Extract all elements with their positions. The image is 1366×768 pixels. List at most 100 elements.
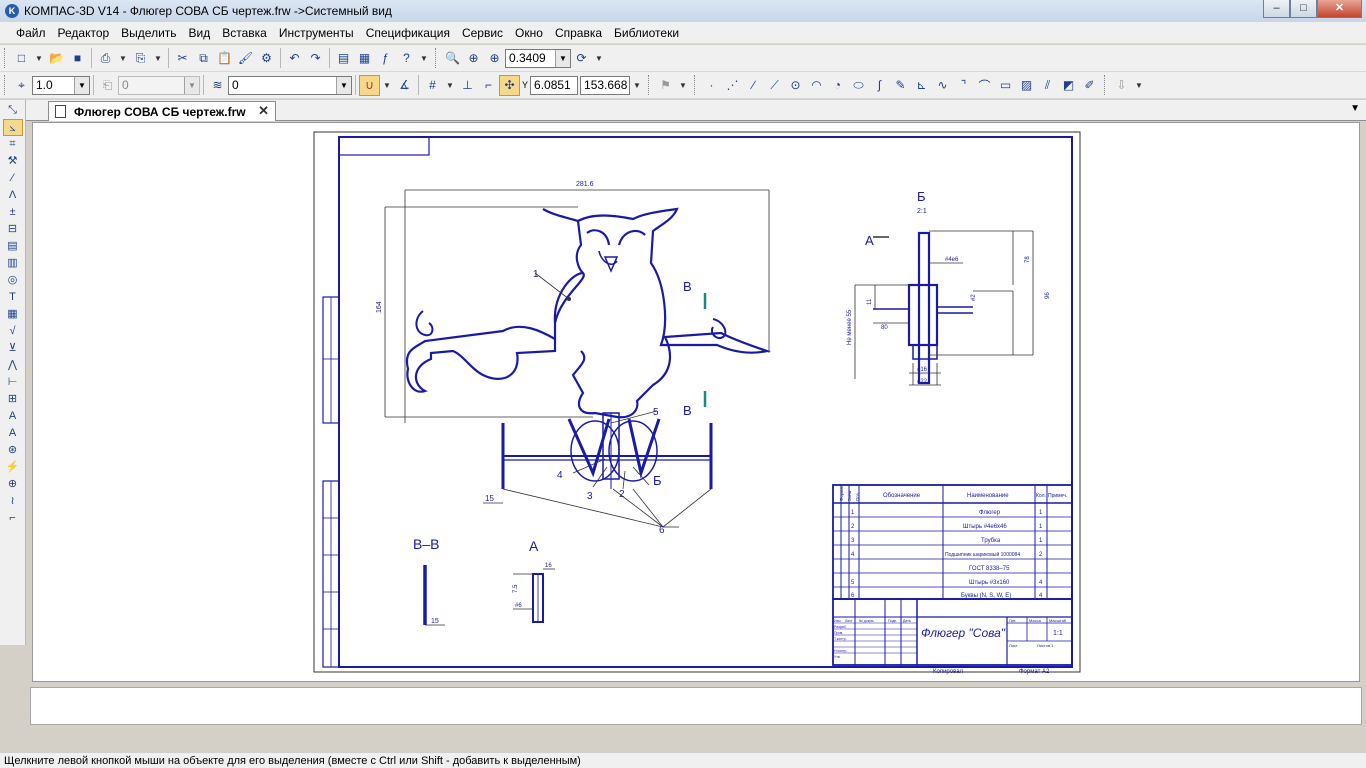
maximize-button[interactable]: □ (1290, 0, 1317, 18)
snap-hatch-icon[interactable]: ▨ (1016, 75, 1037, 96)
tools-properties-icon[interactable]: ⚙ (256, 48, 277, 69)
grid-icon[interactable]: # (422, 75, 443, 96)
dropdown-arrow-icon[interactable]: ▼ (151, 48, 165, 69)
menu-select[interactable]: Выделить (115, 26, 182, 40)
dropdown-arrow-icon[interactable]: ▼ (32, 48, 46, 69)
new-document-icon[interactable]: □ (11, 48, 32, 69)
roughness-icon[interactable]: √ (3, 323, 23, 340)
menu-editor[interactable]: Редактор (52, 26, 116, 40)
properties-panel[interactable] (30, 687, 1362, 725)
save-icon[interactable]: ■ (67, 48, 88, 69)
break-icon[interactable]: ⌐ (3, 510, 23, 527)
toolbar-grip[interactable] (435, 48, 438, 68)
line-style-combo[interactable]: 1.0 ▼ (32, 75, 90, 95)
print-icon[interactable]: ⎙ (95, 48, 116, 69)
menu-tools[interactable]: Инструменты (273, 26, 360, 40)
associative-views-icon[interactable]: ▤ (3, 238, 23, 255)
snap-point-icon[interactable]: · (701, 75, 722, 96)
dropdown-arrow-icon[interactable]: ▼ (380, 75, 394, 96)
tab-close-icon[interactable]: ✕ (258, 103, 269, 119)
format-painter-icon[interactable]: 🖌 (235, 48, 256, 69)
refresh-icon[interactable]: ⟳ (571, 48, 592, 69)
dropdown-arrow-icon[interactable]: ▼ (116, 48, 130, 69)
paste-icon[interactable]: 📋 (214, 48, 235, 69)
function-icon[interactable]: ƒ (375, 48, 396, 69)
zoom-in-icon[interactable]: ⊕ (484, 48, 505, 69)
edit-icon[interactable]: ⁄ (3, 170, 23, 187)
dropdown-arrow-icon[interactable]: ▼ (592, 48, 606, 69)
ortho-icon[interactable]: ∡ (394, 75, 415, 96)
cut-line-icon[interactable]: ⊛ (3, 442, 23, 459)
reports-icon[interactable]: ◎ (3, 272, 23, 289)
coordinate-system-icon[interactable]: ⊥ (457, 75, 478, 96)
tolerance-icon[interactable]: ⊞ (3, 391, 23, 408)
snap-perpendicular-icon[interactable]: ⊾ (911, 75, 932, 96)
snap-arc-icon[interactable]: ◠ (806, 75, 827, 96)
snap-rectangle-icon[interactable]: ▭ (995, 75, 1016, 96)
snap-midpoint-icon[interactable]: ∕ (743, 75, 764, 96)
snap-quadrant-icon[interactable]: ◔ (827, 75, 848, 96)
toolbar-grip[interactable] (648, 75, 651, 95)
help-pointer-icon[interactable]: ? (396, 48, 417, 69)
coord-x-field[interactable]: 6.0851 (530, 75, 579, 95)
table-icon[interactable]: ▦ (3, 306, 23, 323)
snap-block-icon[interactable]: ◩ (1058, 75, 1079, 96)
snap-line-icon[interactable]: ⟋ (764, 75, 785, 96)
snap-endpoint-icon[interactable]: ⋰ (722, 75, 743, 96)
parametrization-icon[interactable]: Λ (3, 187, 23, 204)
lightning-icon[interactable]: ⚡ (3, 459, 23, 476)
menu-file[interactable]: Файл (10, 26, 52, 40)
wave-icon[interactable]: ≀ (3, 493, 23, 510)
dimensions-icon[interactable]: ⌗ (3, 136, 23, 153)
snap-magnet-icon[interactable]: ∪ (359, 74, 380, 96)
specification-icon[interactable]: ▥ (3, 255, 23, 272)
zoom-combo[interactable]: 0.3409 ▼ (505, 48, 571, 68)
snap-nearest-icon[interactable]: ✎ (890, 75, 911, 96)
menu-libraries[interactable]: Библиотеки (608, 26, 685, 40)
undo-icon[interactable]: ↶ (284, 48, 305, 69)
minimize-button[interactable]: – (1263, 0, 1290, 18)
toolbar-grip[interactable] (1104, 75, 1107, 95)
zoom-all-icon[interactable]: ⊕ (463, 48, 484, 69)
cut-icon[interactable]: ✂ (172, 48, 193, 69)
snap-center-icon[interactable]: ⊙ (785, 75, 806, 96)
dropdown-arrow-icon[interactable]: ▼ (1132, 75, 1146, 96)
orthogonal-mode-icon[interactable]: ⌐ (478, 75, 499, 96)
round-icon[interactable]: ✣ (499, 74, 520, 96)
toolbar-grip[interactable] (4, 75, 7, 95)
snap-tangent-icon[interactable]: ∫ (869, 75, 890, 96)
geometry-icon[interactable]: ⦣ (2, 119, 23, 136)
designations-icon[interactable]: ⚒ (3, 153, 23, 170)
menu-specification[interactable]: Спецификация (360, 26, 456, 40)
position-icon[interactable]: ⊢ (3, 374, 23, 391)
base-icon[interactable]: ⊻ (3, 340, 23, 357)
print-preview-icon[interactable]: ⎘ (130, 48, 151, 69)
toolbar-grip[interactable] (694, 75, 697, 95)
toolbar-grip[interactable] (4, 48, 7, 68)
view-arrow-icon[interactable]: A (3, 425, 23, 442)
close-button[interactable]: ✕ (1317, 0, 1362, 18)
dropdown-arrow-icon[interactable]: ▼ (676, 75, 690, 96)
dropdown-arrow-icon[interactable]: ▼ (443, 75, 457, 96)
measure-icon[interactable]: ± (3, 204, 23, 221)
copy-icon[interactable]: ⧉ (193, 48, 214, 69)
menu-window[interactable]: Окно (509, 26, 549, 40)
manager-documents-icon[interactable]: ▤ (333, 48, 354, 69)
snap-fillet-icon[interactable]: ⌒ (974, 75, 995, 96)
local-cs-icon[interactable]: ⌖ (11, 75, 32, 96)
chevron-down-icon[interactable]: ▼ (74, 76, 89, 94)
layers-icon[interactable]: ≋ (207, 75, 228, 96)
leader-icon[interactable]: ⋀ (3, 357, 23, 374)
text-leader-icon[interactable]: A (3, 408, 23, 425)
redo-icon[interactable]: ↷ (305, 48, 326, 69)
tab-list-icon[interactable]: ▼ (1350, 103, 1360, 114)
dropdown-arrow-icon[interactable]: ▼ (417, 48, 431, 69)
text-icon[interactable]: T (3, 289, 23, 306)
drawing-canvas[interactable]: 281.6 164 1 2 3 4 5 6 В В Б 15 Б 2:1 А #… (32, 122, 1360, 682)
snap-corner-icon[interactable]: ⌝ (953, 75, 974, 96)
open-folder-icon[interactable]: 📂 (46, 48, 67, 69)
document-tab[interactable]: Флюгер СОВА СБ чертеж.frw ✕ (48, 101, 276, 121)
select-icon[interactable]: ⤡ (3, 102, 23, 119)
menu-service[interactable]: Сервис (456, 26, 509, 40)
selection-icon[interactable]: ⊟ (3, 221, 23, 238)
